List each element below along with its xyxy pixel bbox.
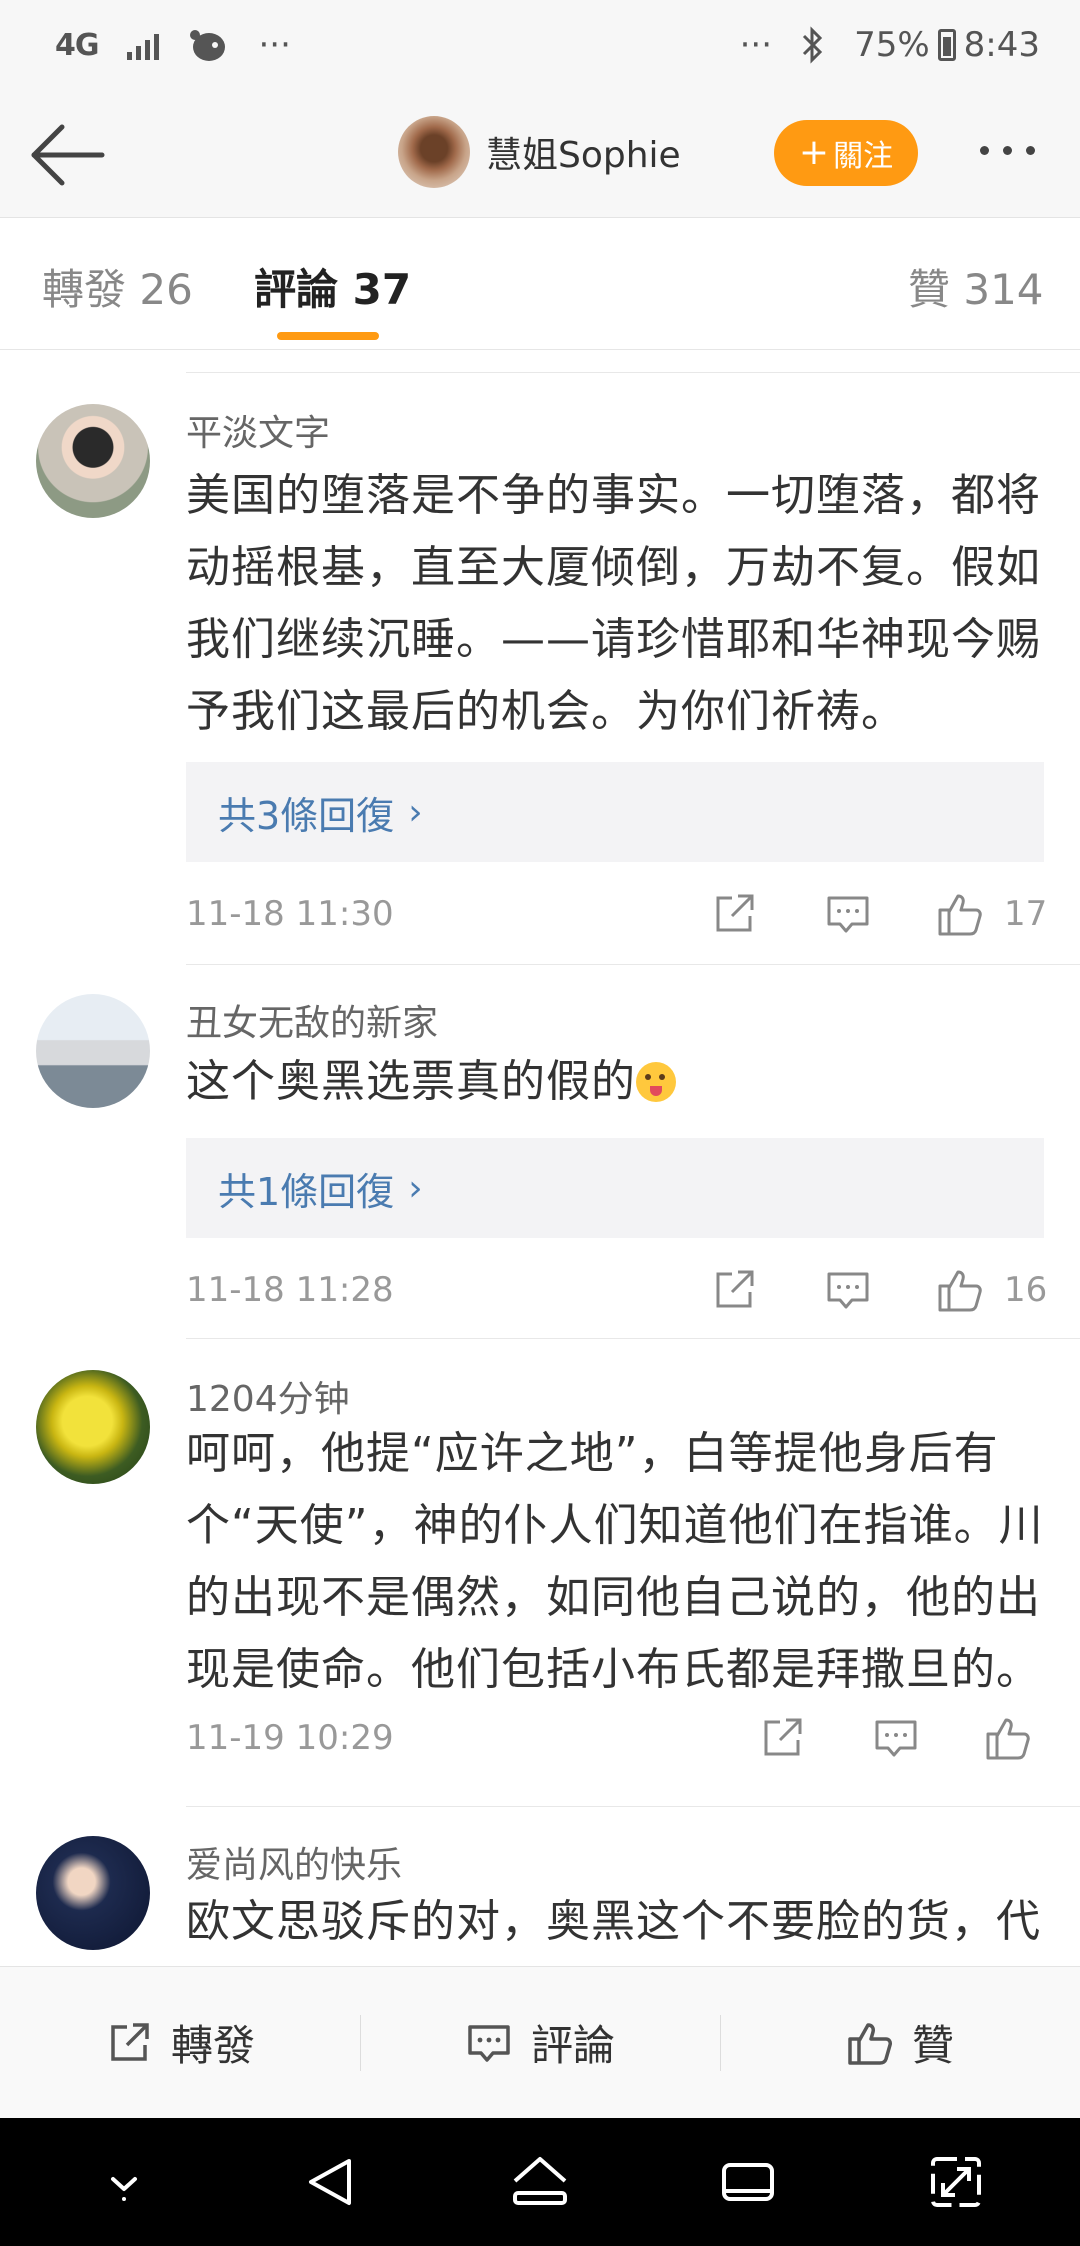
like-button[interactable]: 贊 bbox=[720, 1967, 1080, 2118]
status-bar: 4G ··· ··· 75% 8:43 bbox=[0, 0, 1080, 90]
back-arrow-icon[interactable] bbox=[28, 120, 108, 190]
tab-likes[interactable]: 贊 314 bbox=[908, 256, 1044, 317]
chevron-right-icon: › bbox=[408, 791, 423, 833]
clock: 8:43 bbox=[963, 25, 1040, 65]
chevron-down-icon[interactable] bbox=[89, 2147, 159, 2217]
back-icon[interactable] bbox=[297, 2147, 367, 2217]
recent-apps-icon[interactable] bbox=[713, 2147, 783, 2217]
divider bbox=[186, 964, 1080, 965]
resize-window-icon[interactable] bbox=[921, 2147, 991, 2217]
comment-meta: 11-18 11:30 17 bbox=[186, 884, 1048, 944]
view-replies-button[interactable]: 共3條回復 › bbox=[186, 762, 1044, 862]
battery-icon bbox=[937, 29, 956, 61]
signal-icon bbox=[126, 30, 159, 60]
network-indicator: 4G bbox=[55, 27, 99, 63]
like-count: 17 bbox=[1004, 894, 1048, 934]
comment-icon[interactable] bbox=[824, 890, 872, 938]
comment-button[interactable]: 評論 bbox=[360, 1967, 720, 2118]
divider bbox=[186, 1806, 1080, 1807]
divider bbox=[186, 372, 1080, 373]
user-avatar[interactable] bbox=[36, 1836, 150, 1950]
action-bar: 轉發 評論 贊 bbox=[0, 1966, 1080, 2118]
comment-text: 这个奥黑选票真的假的 bbox=[186, 1046, 1046, 1118]
like-icon[interactable] bbox=[984, 1714, 1032, 1762]
post-owner[interactable]: 慧姐Sophie bbox=[398, 116, 681, 188]
comment-username[interactable]: 爱尚风的快乐 bbox=[186, 1836, 402, 1888]
comment-time: 11-18 11:30 bbox=[186, 894, 394, 934]
top-bar: 慧姐Sophie + 關注 bbox=[0, 90, 1080, 218]
comment-username[interactable]: 1204分钟 bbox=[186, 1370, 350, 1422]
comment-text: 欧文思驳斥的对，奥黑这个不要脸的货，代 bbox=[186, 1896, 1041, 1947]
divider bbox=[186, 1338, 1080, 1339]
comment-username[interactable]: 平淡文字 bbox=[186, 404, 330, 456]
comment-icon bbox=[468, 2024, 510, 2062]
plus-icon: + bbox=[798, 132, 830, 173]
more-status: ··· bbox=[739, 25, 773, 65]
like-icon[interactable] bbox=[936, 1266, 984, 1314]
comment-time: 11-19 10:29 bbox=[186, 1718, 394, 1758]
comment-meta: 11-18 11:28 16 bbox=[186, 1260, 1048, 1320]
user-avatar[interactable] bbox=[36, 1370, 150, 1484]
bluetooth-icon bbox=[803, 26, 823, 64]
comment-text: 美国的堕落是不争的事实。一切堕落，都将动摇根基，直至大厦倾倒，万劫不复。假如我们… bbox=[186, 470, 1041, 737]
user-avatar[interactable] bbox=[36, 404, 150, 518]
comment-meta: 11-19 10:29 bbox=[186, 1708, 1044, 1768]
home-icon[interactable] bbox=[505, 2147, 575, 2217]
tongue-emoji-icon bbox=[636, 1062, 676, 1102]
app-notification-icon bbox=[189, 30, 225, 61]
follow-button[interactable]: + 關注 bbox=[774, 120, 918, 186]
tab-bar: 轉發 26 評論 37 贊 314 bbox=[0, 218, 1080, 350]
comment-icon[interactable] bbox=[824, 1266, 872, 1314]
comment-time: 11-18 11:28 bbox=[186, 1270, 394, 1310]
share-icon[interactable] bbox=[710, 890, 758, 938]
tab-reposts[interactable]: 轉發 26 bbox=[42, 256, 193, 317]
battery-percent: 75% bbox=[854, 25, 930, 65]
share-icon[interactable] bbox=[758, 1714, 806, 1762]
user-avatar[interactable] bbox=[36, 994, 150, 1108]
owner-name[interactable]: 慧姐Sophie bbox=[486, 126, 681, 178]
share-icon[interactable] bbox=[710, 1266, 758, 1314]
owner-avatar[interactable] bbox=[398, 116, 470, 188]
like-icon bbox=[848, 2022, 892, 2065]
comment-text: 呵呵，他提“应许之地”，白等提他身后有个“天使”，神的仆人们知道他们在指谁。川的… bbox=[186, 1428, 1044, 1695]
comment-list[interactable]: 平淡文字 美国的堕落是不争的事实。一切堕落，都将动摇根基，直至大厦倾倒，万劫不复… bbox=[0, 350, 1080, 1966]
more-options-icon[interactable] bbox=[980, 146, 1035, 155]
share-icon bbox=[111, 2022, 149, 2061]
active-tab-indicator bbox=[277, 332, 379, 340]
tab-comments[interactable]: 評論 37 bbox=[254, 256, 411, 317]
chevron-right-icon: › bbox=[408, 1167, 423, 1209]
like-count: 16 bbox=[1004, 1270, 1048, 1310]
more-notifications: ··· bbox=[258, 25, 291, 65]
system-nav-bar bbox=[0, 2118, 1080, 2246]
repost-button[interactable]: 轉發 bbox=[0, 1967, 360, 2118]
comment-icon[interactable] bbox=[872, 1714, 920, 1762]
view-replies-button[interactable]: 共1條回復 › bbox=[186, 1138, 1044, 1238]
comment-username[interactable]: 丑女无敌的新家 bbox=[186, 994, 438, 1046]
like-icon[interactable] bbox=[936, 890, 984, 938]
